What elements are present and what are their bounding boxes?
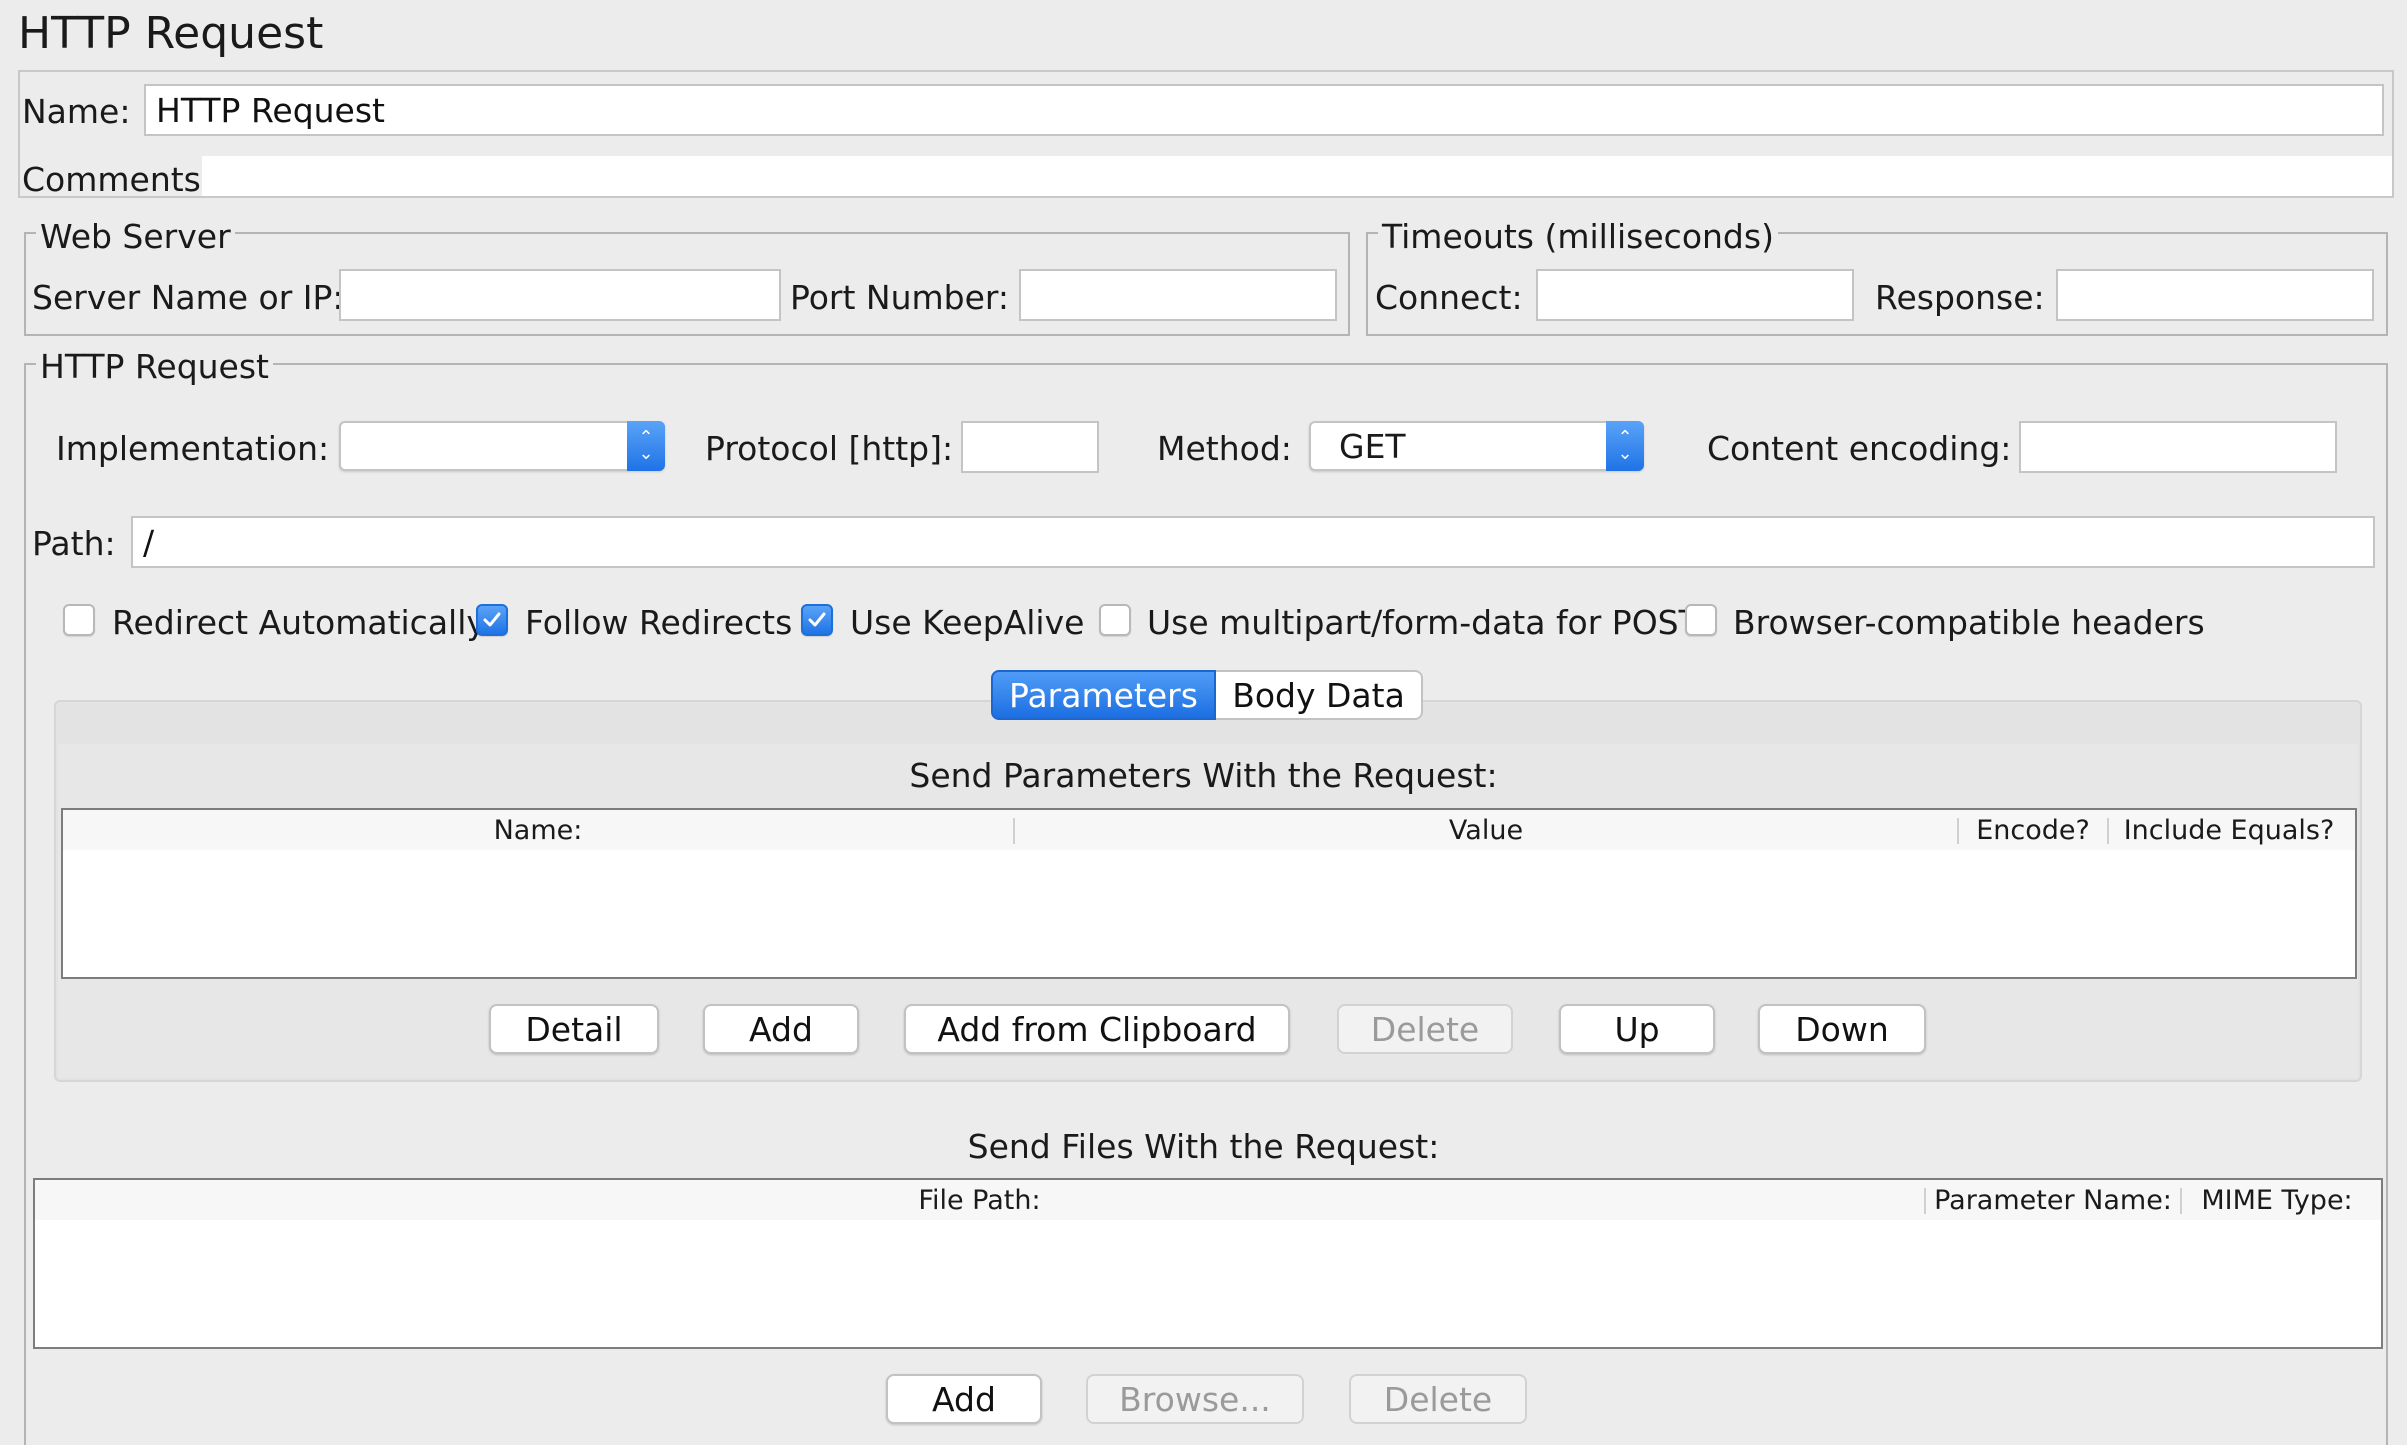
http-request-legend: HTTP Request [36, 350, 273, 383]
delete-parameter-button[interactable]: Delete [1337, 1004, 1513, 1054]
panel-title: HTTP Request [18, 8, 324, 59]
add-from-clipboard-button[interactable]: Add from Clipboard [904, 1004, 1290, 1054]
server-name-label: Server Name or IP: [32, 278, 344, 317]
down-button[interactable]: Down [1758, 1004, 1926, 1054]
redirect-automatically-checkbox[interactable] [63, 604, 95, 636]
timeouts-legend: Timeouts (milliseconds) [1378, 220, 1778, 253]
name-field[interactable]: HTTP Request [144, 84, 2384, 136]
connect-label: Connect: [1375, 278, 1523, 317]
column-header-value[interactable]: Value [1015, 810, 1957, 850]
browse-button[interactable]: Browse... [1086, 1374, 1304, 1424]
name-label: Name: [22, 92, 131, 131]
comments-field[interactable] [202, 156, 2392, 196]
protocol-field[interactable] [961, 421, 1099, 473]
content-encoding-field[interactable] [2019, 421, 2337, 473]
browser-compatible-headers-checkbox[interactable] [1685, 604, 1717, 636]
updown-chevron-icon: ⌃ ⌄ [1606, 421, 1644, 471]
parameters-table-header: Name: Value Encode? Include Equals? [63, 810, 2355, 850]
web-server-legend: Web Server [36, 220, 235, 253]
method-value: GET [1339, 426, 1406, 466]
follow-redirects-label: Follow Redirects [525, 603, 793, 642]
method-select[interactable]: GET ⌃ ⌄ [1309, 421, 1644, 471]
detail-button[interactable]: Detail [489, 1004, 659, 1054]
send-files-heading: Send Files With the Request: [967, 1127, 1440, 1166]
tab-parameters[interactable]: Parameters [991, 670, 1216, 720]
implementation-select[interactable]: ⌃ ⌄ [339, 421, 665, 471]
up-button[interactable]: Up [1559, 1004, 1715, 1054]
column-header-parameter-name[interactable]: Parameter Name: [1926, 1180, 2180, 1220]
comments-label: Comments: [22, 160, 212, 199]
port-number-field[interactable] [1019, 269, 1337, 321]
add-parameter-button[interactable]: Add [703, 1004, 859, 1054]
browser-compatible-headers-label: Browser-compatible headers [1733, 603, 2205, 642]
response-field[interactable] [2056, 269, 2374, 321]
path-label: Path: [32, 524, 116, 563]
tab-body-data[interactable]: Body Data [1216, 670, 1423, 720]
checkmark-icon [808, 612, 826, 627]
protocol-label: Protocol [http]: [705, 429, 954, 468]
redirect-automatically-label: Redirect Automatically [112, 603, 486, 642]
path-field[interactable]: / [131, 516, 2375, 568]
method-label: Method: [1157, 429, 1292, 468]
use-keepalive-label: Use KeepAlive [850, 603, 1085, 642]
files-table-header: File Path: Parameter Name: MIME Type: [35, 1180, 2381, 1220]
checkmark-icon [483, 612, 501, 627]
column-header-include-equals[interactable]: Include Equals? [2109, 810, 2349, 850]
server-name-field[interactable] [339, 269, 781, 321]
multipart-form-data-label: Use multipart/form-data for POST [1147, 603, 1699, 642]
send-parameters-heading: Send Parameters With the Request: [909, 756, 1498, 795]
response-label: Response: [1875, 278, 2045, 317]
content-encoding-label: Content encoding: [1707, 429, 2012, 468]
column-header-name[interactable]: Name: [63, 810, 1013, 850]
updown-chevron-icon: ⌃ ⌄ [627, 421, 665, 471]
connect-field[interactable] [1536, 269, 1854, 321]
delete-file-button[interactable]: Delete [1349, 1374, 1527, 1424]
port-number-label: Port Number: [790, 278, 1010, 317]
column-header-mime-type[interactable]: MIME Type: [2182, 1180, 2372, 1220]
column-header-file-path[interactable]: File Path: [35, 1180, 1924, 1220]
use-keepalive-checkbox[interactable] [801, 604, 833, 636]
column-header-encode[interactable]: Encode? [1959, 810, 2107, 850]
files-table[interactable]: File Path: Parameter Name: MIME Type: [33, 1178, 2383, 1349]
parameters-table[interactable]: Name: Value Encode? Include Equals? [61, 808, 2357, 979]
add-file-button[interactable]: Add [886, 1374, 1042, 1424]
multipart-form-data-checkbox[interactable] [1099, 604, 1131, 636]
implementation-label: Implementation: [56, 429, 330, 468]
follow-redirects-checkbox[interactable] [476, 604, 508, 636]
